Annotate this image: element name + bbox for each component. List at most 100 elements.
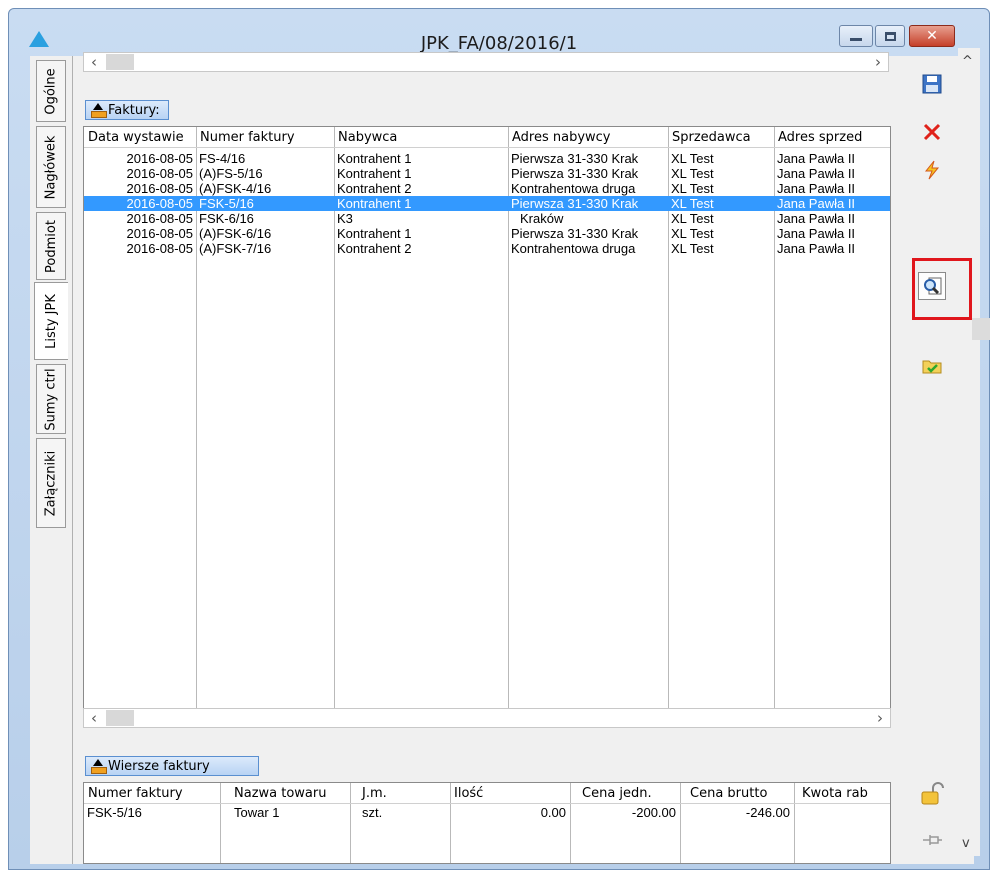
tab-ogolne[interactable]: Ogólne: [36, 60, 66, 122]
tab-naglowek[interactable]: Nagłówek: [36, 126, 66, 208]
toolbar-vertical-scrollbar[interactable]: ^ v: [958, 48, 980, 856]
cell-numer: FS-4/16: [199, 151, 246, 166]
lock-button[interactable]: [918, 780, 946, 808]
scroll-up-icon[interactable]: ^: [962, 54, 973, 69]
column-header-kwota-rabatu[interactable]: Kwota rab: [794, 783, 890, 804]
column-header-sprzedawca[interactable]: Sprzedawca: [668, 127, 774, 148]
table-row[interactable]: 2016-08-05 (A)FS-5/16 Kontrahent 1 Pierwsza…: [84, 166, 890, 181]
table-row[interactable]: 2016-08-05 FSK-5/16 Kontrahent 1 Pierwsza 3…: [84, 196, 890, 211]
cell-nabywca: Kontrahent 1: [337, 166, 412, 181]
close-icon: ✕: [926, 28, 938, 44]
table-row[interactable]: 2016-08-05 (A)FSK-6/16 Kontrahent 1 Pierwsz…: [84, 226, 890, 241]
faktury-horizontal-scrollbar[interactable]: ‹ ›: [83, 708, 891, 728]
column-header-ilosc[interactable]: Ilość: [450, 783, 570, 804]
cell-sprzedawca: XL Test: [671, 196, 714, 211]
top-horizontal-scrollbar[interactable]: ‹ ›: [83, 52, 889, 72]
scroll-thumb[interactable]: [106, 54, 134, 70]
column-header-nabywca[interactable]: Nabywca: [334, 127, 508, 148]
tab-sumy-ctrl[interactable]: Sumy ctrl: [36, 364, 66, 434]
cell-cena-jedn: -200.00: [631, 805, 676, 820]
column-header-jm[interactable]: J.m.: [350, 783, 450, 804]
column-header-cena-jedn[interactable]: Cena jedn.: [570, 783, 680, 804]
close-button[interactable]: ✕: [909, 25, 955, 47]
scroll-left-icon[interactable]: ‹: [84, 53, 104, 71]
approve-button[interactable]: [918, 352, 946, 380]
scroll-thumb[interactable]: [972, 318, 990, 340]
cell-adres-sprzedawcy: Jana Pawła II: [777, 151, 856, 166]
cell-numer: FSK-5/16: [199, 196, 254, 211]
cell-data: 2016-08-05: [126, 196, 194, 211]
column-header-adres-nabywcy[interactable]: Adres nabywcy: [508, 127, 668, 148]
cell-sprzedawca: XL Test: [671, 241, 714, 256]
lock-icon: [921, 782, 944, 805]
table-row[interactable]: 2016-08-05 FSK-6/16 K3 Kraków XL Test Jana Pa…: [84, 211, 890, 226]
generate-button[interactable]: [918, 156, 946, 184]
cell-numer: FSK-6/16: [199, 211, 254, 226]
faktury-section-button[interactable]: Faktury:: [85, 100, 169, 120]
tab-zalaczniki[interactable]: Załączniki: [36, 438, 66, 528]
cell-adres-nabywcy: Kontrahentowa druga: [511, 181, 636, 196]
cell-nabywca: Kontrahent 2: [337, 181, 412, 196]
cell-data: 2016-08-05: [126, 151, 194, 166]
scroll-left-icon[interactable]: ‹: [84, 709, 104, 727]
column-header-numer-faktury[interactable]: Numer faktury: [84, 783, 220, 804]
cell-numer: (A)FSK-4/16: [199, 181, 272, 196]
scroll-down-icon[interactable]: v: [962, 836, 970, 851]
table-row[interactable]: 2016-08-05 (A)FSK-4/16 Kontrahent 2 Kontrah…: [84, 181, 890, 196]
cell-sprzedawca: XL Test: [671, 226, 714, 241]
cell-adres-sprzedawcy: Jana Pawła II: [777, 226, 856, 241]
cell-data: 2016-08-05: [126, 241, 194, 256]
cell-sprzedawca: XL Test: [671, 211, 714, 226]
cell-adres-sprzedawcy: Jana Pawła II: [777, 241, 856, 256]
collapse-up-icon: [90, 103, 107, 118]
cell-sprzedawca: XL Test: [671, 151, 714, 166]
save-button[interactable]: [918, 70, 946, 98]
cell-adres-sprzedawcy: Jana Pawła II: [777, 181, 856, 196]
generate-icon: [924, 160, 940, 180]
cell-adres-sprzedawcy: Jana Pawła II: [777, 196, 856, 211]
maximize-button[interactable]: [875, 25, 905, 47]
cell-nabywca: Kontrahent 2: [337, 241, 412, 256]
delete-button[interactable]: [918, 118, 946, 146]
minimize-button[interactable]: [839, 25, 873, 47]
table-row[interactable]: 2016-08-05 FS-4/16 Kontrahent 1 Pierwsza 31…: [84, 151, 890, 166]
cell-jm: szt.: [362, 805, 383, 820]
cell-cena-brutto: -246.00: [745, 805, 790, 820]
scroll-right-icon[interactable]: ›: [870, 709, 890, 727]
save-icon: [922, 74, 942, 94]
cell-numer: (A)FSK-6/16: [199, 226, 272, 241]
faktury-grid[interactable]: Data wystawie Numer faktury Nabywca Adre…: [83, 126, 891, 726]
cell-adres-sprzedawcy: Jana Pawła II: [777, 211, 856, 226]
cell-adres-nabywcy: Kontrahentowa druga: [511, 241, 636, 256]
column-header-nazwa-towaru[interactable]: Nazwa towaru: [220, 783, 350, 804]
pin-button[interactable]: [918, 826, 946, 854]
table-row[interactable]: FSK-5/16 Towar 1 szt. 0.00 -200.00 -246.…: [84, 805, 890, 820]
column-header-numer[interactable]: Numer faktury: [196, 127, 334, 148]
cell-adres-nabywcy: Pierwsza 31-330 Krak: [511, 226, 639, 241]
column-header-adres-sprzedawcy[interactable]: Adres sprzed: [774, 127, 890, 148]
delete-icon: [923, 123, 941, 141]
window-client: Ogólne Nagłówek Podmiot Listy JPK Sumy c…: [30, 52, 910, 864]
cell-sprzedawca: XL Test: [671, 181, 714, 196]
table-row[interactable]: 2016-08-05 (A)FSK-7/16 Kontrahent 2 Kontrah…: [84, 241, 890, 256]
cell-numer-faktury: FSK-5/16: [87, 805, 142, 820]
pin-icon: [923, 835, 942, 845]
maximize-icon: [884, 31, 896, 41]
cell-nabywca: Kontrahent 1: [337, 151, 412, 166]
cell-nabywca: Kontrahent 1: [337, 196, 412, 211]
cell-sprzedawca: XL Test: [671, 166, 714, 181]
wiersze-grid[interactable]: Numer faktury Nazwa towaru J.m. Ilość Ce…: [83, 782, 891, 864]
cell-adres-nabywcy: Pierwsza 31-330 Krak: [511, 166, 639, 181]
cell-adres-sprzedawcy: Jana Pawła II: [777, 166, 856, 181]
column-header-data[interactable]: Data wystawie: [84, 127, 196, 148]
tab-podmiot[interactable]: Podmiot: [36, 212, 66, 280]
cell-data: 2016-08-05: [126, 211, 194, 226]
title-bar[interactable]: JPK_FA/08/2016/1 ✕: [9, 9, 989, 55]
cell-adres-nabywcy: Pierwsza 31-330 Krak: [511, 151, 639, 166]
scroll-thumb[interactable]: [106, 710, 134, 726]
column-header-cena-brutto[interactable]: Cena brutto: [680, 783, 794, 804]
wiersze-section-button[interactable]: Wiersze faktury: [85, 756, 259, 776]
minimize-icon: [850, 37, 862, 41]
tab-listy-jpk[interactable]: Listy JPK: [34, 282, 68, 360]
scroll-right-icon[interactable]: ›: [868, 53, 888, 71]
